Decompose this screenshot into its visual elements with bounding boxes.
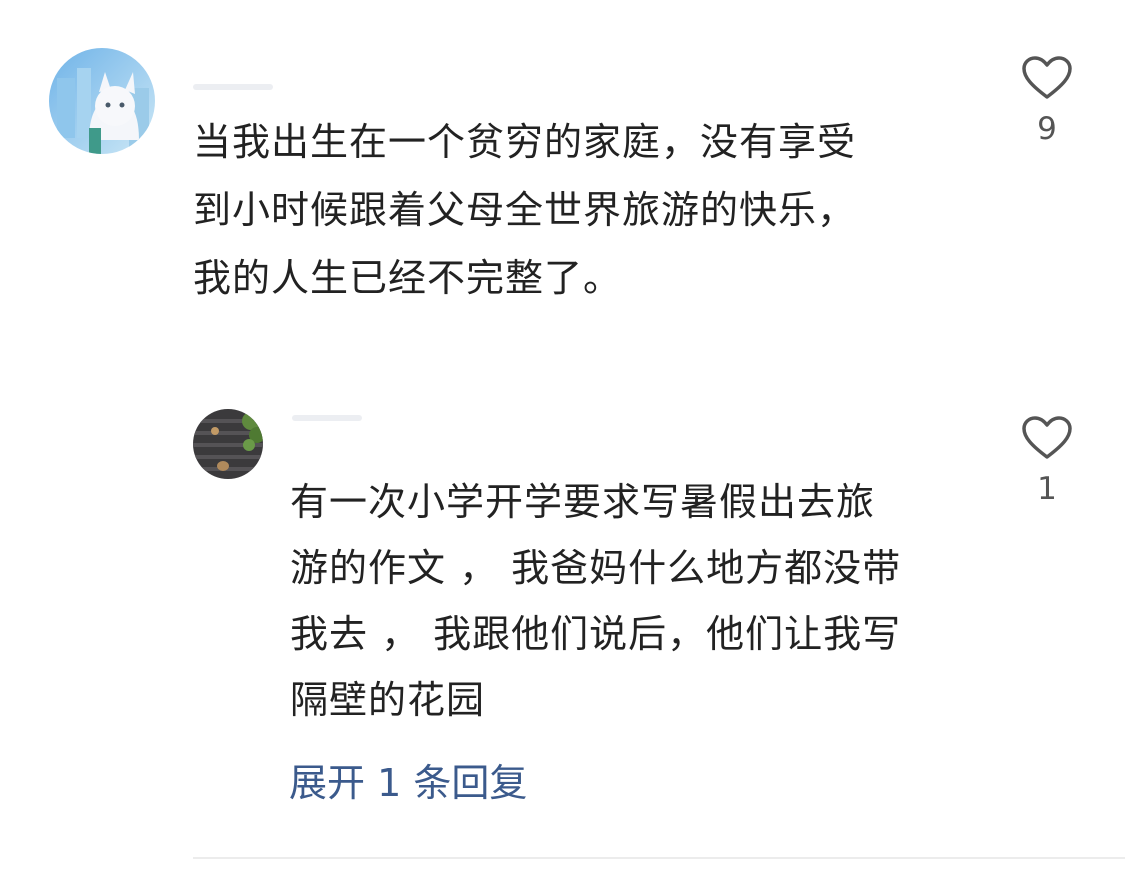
comment-text-line: 到小时候跟着父母全世界旅游的快乐， [193,188,857,232]
heart-outline-icon [1022,56,1072,99]
commenter-username[interactable] [193,84,273,90]
comment-like-button[interactable]: 9 [1017,55,1077,147]
reply-avatar[interactable] [193,409,263,479]
comment-text-line: 当我出生在一个贫穷的家庭，没有享受 [193,120,857,164]
reply-text-line: 游的作文 ， 我爸妈什么地方都没带 [290,546,902,590]
reply-text-line: 有一次小学开学要求写暑假出去旅 [290,480,876,524]
reply-text: 有一次小学开学要求写暑假出去旅 游的作文 ， 我爸妈什么地方都没带 我去 ， 我… [290,469,970,733]
divider [193,857,1125,859]
reply-text-line: 我去 ， 我跟他们说后，他们让我写 [290,612,902,656]
reply-text-line: 隔壁的花园 [290,678,486,722]
reply-like-button[interactable]: 1 [1017,415,1077,507]
avatar-image [193,409,263,479]
comment-text: 当我出生在一个贫穷的家庭，没有享受 到小时候跟着父母全世界旅游的快乐， 我的人生… [193,108,953,312]
heart-outline-icon [1022,416,1072,459]
like-count: 1 [1037,471,1057,507]
like-count: 9 [1037,111,1057,147]
commenter-avatar[interactable] [49,48,155,154]
expand-replies-link[interactable]: 展开 1 条回复 [289,758,527,808]
reply-username[interactable] [292,415,362,421]
comment-text-line: 我的人生已经不完整了。 [193,256,623,300]
avatar-image [49,48,155,154]
